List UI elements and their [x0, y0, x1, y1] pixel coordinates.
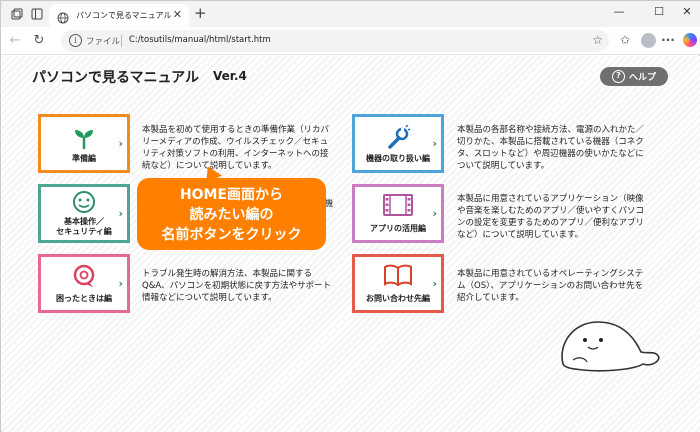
book-icon [355, 264, 441, 286]
favorites-icon[interactable]: ✩ [617, 32, 633, 48]
card-description: 本製品に用意されているアプリケーション（映像や音楽を楽しむためのアプリ／使いやす… [457, 194, 645, 240]
favorite-star-icon[interactable]: ☆ [592, 33, 603, 47]
chevron-right-icon: › [118, 277, 123, 290]
card-label: 機器の取り扱い編 [366, 154, 430, 163]
copilot-icon[interactable] [683, 33, 697, 47]
card-description: 本製品を初めて使用するときの準備作業（リカバリーメディアの作成、ウイルスチェック… [142, 125, 330, 171]
callout-annotation: HOME画面から 読みたい編の 名前ボタンをクリック [137, 178, 326, 250]
sprout-icon [41, 125, 127, 151]
card-description: 本製品に用意されているオペレーティングシステム（OS）、アプリケーションのお問い… [457, 269, 644, 303]
new-tab-icon[interactable]: + [194, 5, 207, 21]
address-url[interactable]: C:/tosutils/manual/html/start.htm [129, 35, 271, 45]
browser-window: パソコンで見るマニュアル ✕ + — ☐ ✕ ← ↻ i ファイル C:/tos… [0, 0, 700, 432]
tools-icon [355, 125, 441, 151]
prepare-button[interactable]: 準備編 › [38, 114, 130, 173]
card-label: アプリの活用編 [370, 224, 426, 233]
card-label: 準備編 [72, 154, 96, 163]
chevron-right-icon: › [432, 207, 437, 220]
info-icon[interactable]: i [69, 34, 82, 47]
question-icon: ? [611, 70, 625, 83]
maximize-icon[interactable]: ☐ [651, 5, 667, 18]
contact-button[interactable]: お問い合わせ先編 › [352, 254, 444, 313]
page-title: パソコンで見るマニュアル [32, 70, 200, 86]
card-label: 基本操作／ セキュリティ編 [56, 217, 112, 236]
close-window-icon[interactable]: ✕ [679, 5, 695, 18]
address-bar[interactable]: i ファイル C:/tosutils/manual/html/start.htm… [61, 30, 609, 52]
refresh-icon[interactable]: ↻ [31, 33, 47, 49]
speech-bubble-icon [41, 263, 127, 289]
workspaces-icon[interactable] [9, 6, 25, 22]
card-label: 困ったときは編 [56, 294, 112, 303]
tab-title: パソコンで見るマニュアル [76, 11, 172, 20]
minimize-icon[interactable]: — [611, 5, 627, 18]
card-description: トラブル発生時の解消方法、本製品に関するQ&A、パソコンを初期状態に戻す方法やサ… [142, 269, 332, 303]
card-description: 本製品の各部名称や接続方法、電源の入れかた／切りかた、本製品に搭載されている機器… [457, 125, 645, 171]
mascot-seal-illustration [553, 314, 663, 378]
page-version: Ver.4 [213, 69, 247, 83]
chevron-right-icon: › [432, 137, 437, 150]
help-button[interactable]: ? ヘルプ [600, 67, 668, 86]
back-icon[interactable]: ← [7, 33, 23, 49]
address-divider [121, 35, 122, 47]
tab-actions-icon[interactable] [29, 6, 45, 22]
tab-strip: パソコンで見るマニュアル ✕ + — ☐ ✕ [1, 1, 700, 27]
globe-icon [57, 9, 69, 28]
more-menu-icon[interactable]: ··· [660, 32, 676, 48]
profile-avatar[interactable] [641, 33, 656, 48]
face-icon [41, 190, 127, 214]
chevron-right-icon: › [118, 137, 123, 150]
film-icon [355, 194, 441, 216]
chevron-right-icon: › [432, 277, 437, 290]
browser-toolbar: ← ↻ i ファイル C:/tosutils/manual/html/start… [1, 27, 700, 55]
tab-active[interactable]: パソコンで見るマニュアル ✕ [49, 4, 189, 27]
apps-button[interactable]: アプリの活用編 › [352, 184, 444, 243]
troubleshooting-button[interactable]: 困ったときは編 › [38, 254, 130, 313]
chevron-right-icon: › [118, 207, 123, 220]
basic-security-button[interactable]: 基本操作／ セキュリティ編 › [38, 184, 130, 243]
close-tab-icon[interactable]: ✕ [173, 8, 182, 21]
hardware-handling-button[interactable]: 機器の取り扱い編 › [352, 114, 444, 173]
card-label: お問い合わせ先編 [366, 294, 430, 303]
help-button-label: ヘルプ [628, 73, 656, 83]
manual-home-page: パソコンで見るマニュアル Ver.4 ? ヘルプ 準備編 › 本製品を初めて使用… [2, 56, 700, 432]
address-scheme-label: ファイル [86, 37, 121, 47]
